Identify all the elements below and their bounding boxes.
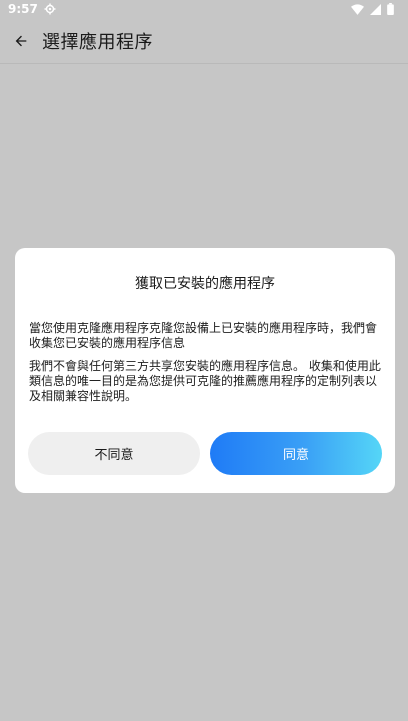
signal-icon [370, 3, 381, 15]
agree-button[interactable]: 同意 [210, 432, 382, 475]
status-time: 9:57 [8, 2, 38, 16]
status-right [351, 3, 394, 15]
status-bar: 9:57 [0, 0, 408, 18]
app-bar-divider [0, 63, 408, 64]
page-title: 選擇應用程序 [42, 32, 153, 53]
battery-icon [387, 3, 394, 15]
status-left: 9:57 [8, 2, 56, 16]
permission-dialog: 獲取已安裝的應用程序 當您使用克隆應用程序克隆您設備上已安裝的應用程序時，我們會… [15, 248, 395, 493]
back-button[interactable] [10, 30, 32, 52]
gear-icon [44, 3, 56, 15]
arrow-left-icon [15, 35, 27, 47]
dialog-title: 獲取已安裝的應用程序 [135, 276, 275, 292]
dialog-paragraph-collect: 當您使用克隆應用程序克隆您設備上已安裝的應用程序時，我們會收集您已安裝的應用程序… [29, 321, 378, 350]
decline-button[interactable]: 不同意 [28, 432, 200, 475]
app-bar: 選擇應用程序 [0, 18, 408, 64]
wifi-icon [351, 3, 364, 15]
dialog-paragraph-privacy: 我們不會與任何第三方共享您安裝的應用程序信息。 收集和使用此類信息的唯一目的是為… [29, 359, 381, 403]
dialog-buttons: 不同意 同意 [28, 432, 382, 475]
